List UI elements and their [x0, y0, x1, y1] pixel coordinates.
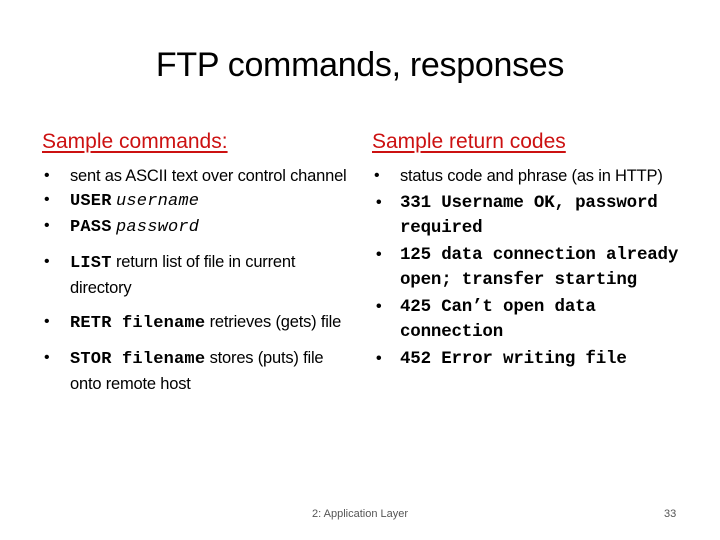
page-number: 33: [664, 508, 677, 520]
list-item: 452 Error writing file: [372, 347, 692, 372]
list-item: 425 Can’t open data connection: [372, 295, 692, 344]
item-text: sent as ASCII text over control channel: [70, 167, 347, 185]
command-arg: username: [116, 192, 200, 211]
list-item: LIST return list of file in current dire…: [42, 250, 352, 300]
list-item: 125 data connection already open; transf…: [372, 243, 692, 292]
command-name: STOR filename: [70, 350, 206, 369]
command-name: PASS: [70, 218, 112, 237]
list-item: STOR filename stores (puts) file onto re…: [42, 346, 352, 396]
command-name: LIST: [70, 254, 112, 273]
slide-title: FTP commands, responses: [155, 46, 565, 84]
commands-column: Sample commands: sent as ASCII text over…: [42, 130, 352, 396]
commands-heading: Sample commands:: [42, 130, 228, 153]
command-arg: password: [116, 218, 200, 237]
command-name: RETR filename: [70, 314, 206, 333]
list-item: USER username: [42, 188, 352, 214]
return-codes-list: status code and phrase (as in HTTP) 331 …: [372, 164, 692, 372]
item-text: retrieves (gets) file: [205, 313, 342, 331]
list-item: PASS password: [42, 214, 352, 240]
commands-list: sent as ASCII text over control channel …: [42, 164, 352, 396]
list-item: status code and phrase (as in HTTP): [372, 164, 692, 188]
footer-chapter: 2: Application Layer: [312, 508, 409, 520]
command-name: USER: [70, 192, 112, 211]
list-item: RETR filename retrieves (gets) file: [42, 310, 352, 336]
return-codes-column: Sample return codes status code and phra…: [372, 130, 692, 372]
list-item: 331 Username OK, password required: [372, 191, 692, 240]
return-codes-heading: Sample return codes: [372, 130, 566, 153]
list-item: sent as ASCII text over control channel: [42, 164, 352, 188]
